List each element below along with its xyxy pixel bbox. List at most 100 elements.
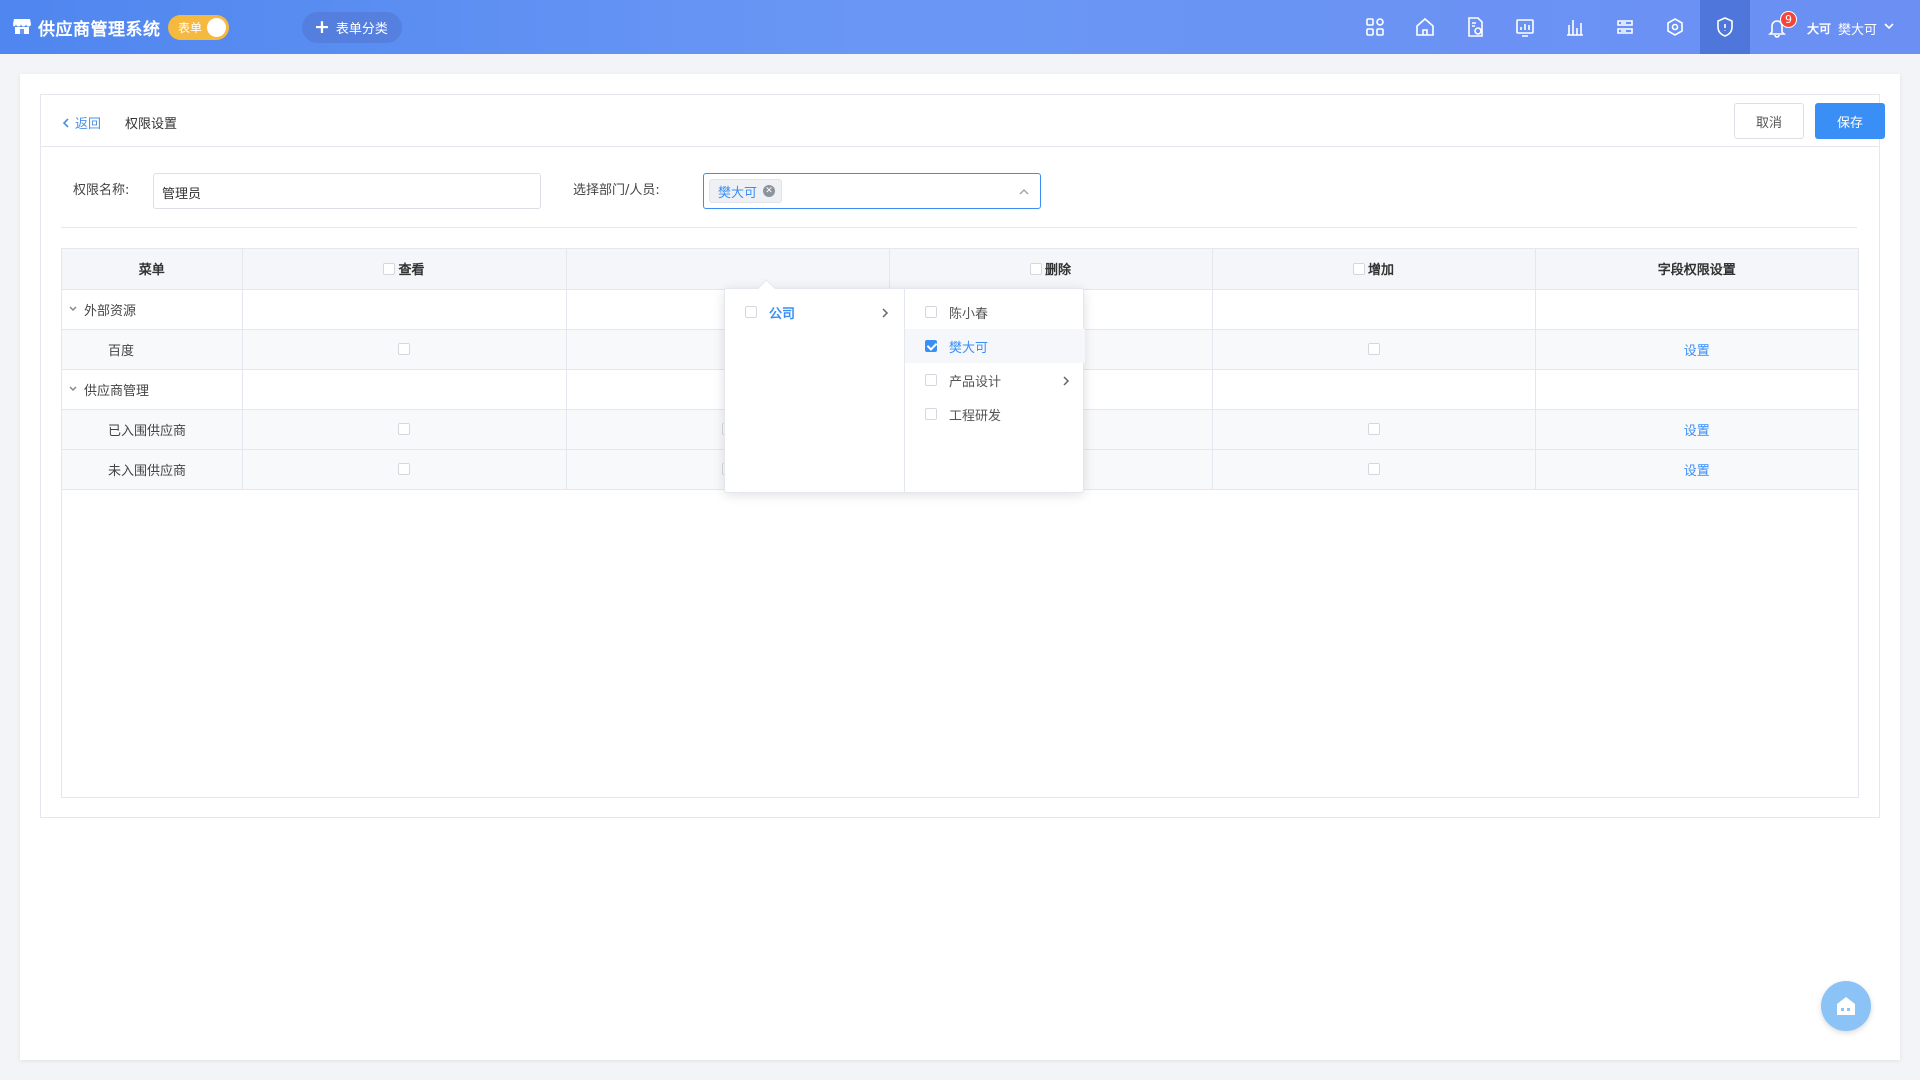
user-menu[interactable]: 大可 樊大可 xyxy=(1806,15,1895,41)
nav-chart[interactable] xyxy=(1550,0,1600,54)
nav-apps[interactable] xyxy=(1350,0,1400,54)
cancel-button[interactable]: 取消 xyxy=(1734,103,1804,139)
cascader-item-person-selected[interactable]: 樊大可 xyxy=(905,329,1085,363)
cascader-item-company[interactable]: 公司 xyxy=(725,295,904,329)
nav-network[interactable] xyxy=(1650,0,1700,54)
selected-tag-label: 樊大可 xyxy=(718,185,758,201)
dept-select-label: 选择部门/人员: xyxy=(573,183,660,198)
dept-checkbox[interactable] xyxy=(925,408,937,420)
store-icon xyxy=(12,16,32,40)
floating-home-button[interactable] xyxy=(1821,981,1871,1031)
add-checkbox[interactable] xyxy=(1367,463,1380,475)
tag-close-icon[interactable]: ✕ xyxy=(763,185,776,197)
chevron-down-icon xyxy=(1883,20,1895,36)
select-all-view-checkbox[interactable] xyxy=(383,263,396,276)
notification-button[interactable]: 9 xyxy=(1752,0,1802,54)
nav-home[interactable] xyxy=(1400,0,1450,54)
person-checkbox[interactable] xyxy=(925,306,937,318)
avatar: 大可 xyxy=(1806,21,1831,36)
panel-header: 返回 权限设置 取消 保存 xyxy=(41,95,1885,147)
stack-icon xyxy=(1617,20,1633,34)
company-checkbox[interactable] xyxy=(745,306,757,318)
nav-icon-bar xyxy=(1350,0,1750,54)
cascader-item-person[interactable]: 陈小春 xyxy=(905,295,1085,329)
col-header-add: 增加 xyxy=(1212,249,1536,290)
dashboard-icon xyxy=(1516,19,1534,37)
item-name: 未入围供应商 xyxy=(108,463,187,479)
group-name: 供应商管理 xyxy=(84,383,150,399)
top-header: 供应商管理系统 表单 + 表单分类 9 大可 樊大可 xyxy=(0,0,1920,54)
field-setting-link[interactable]: 设置 xyxy=(1684,424,1710,439)
col-header-view-label: 查看 xyxy=(398,263,425,279)
save-button[interactable]: 保存 xyxy=(1815,103,1885,139)
apps-icon xyxy=(1366,18,1384,36)
divider xyxy=(61,227,1857,228)
nav-document[interactable] xyxy=(1450,0,1500,54)
user-name: 樊大可 xyxy=(1838,22,1878,38)
cascader-column-org: 公司 xyxy=(725,289,905,492)
field-setting-link[interactable]: 设置 xyxy=(1684,464,1710,479)
view-checkbox[interactable] xyxy=(398,423,410,435)
chevron-down-icon xyxy=(69,386,77,392)
chevron-down-icon xyxy=(69,306,77,312)
col-header-view: 查看 xyxy=(242,249,567,290)
select-all-delete-checkbox[interactable] xyxy=(1029,263,1042,276)
back-label: 返回 xyxy=(75,117,102,132)
back-link[interactable]: 返回 xyxy=(61,113,101,132)
menu-cell[interactable]: 外部资源 xyxy=(62,289,243,330)
cascader-item-dept-engineering[interactable]: 工程研发 xyxy=(905,397,1085,431)
nav-dashboard[interactable] xyxy=(1500,0,1550,54)
view-checkbox[interactable] xyxy=(398,463,410,475)
select-all-add-checkbox[interactable] xyxy=(1352,263,1365,276)
nav-storage[interactable] xyxy=(1600,0,1650,54)
col-header-edit xyxy=(566,249,890,290)
home-icon xyxy=(1416,17,1434,36)
field-setting-link[interactable]: 设置 xyxy=(1684,344,1710,359)
add-category-button[interactable]: + 表单分类 xyxy=(302,12,402,43)
toggle-label: 表单 xyxy=(178,21,203,35)
menu-cell: 未入围供应商 xyxy=(62,449,243,490)
toggle-knob xyxy=(207,18,226,37)
plus-icon: + xyxy=(314,16,330,38)
chevron-up-icon xyxy=(1018,186,1030,202)
dept-cascader-dropdown: 公司 陈小春 樊大可 产品设计 工程研发 xyxy=(724,288,1085,493)
app-logo[interactable]: 供应商管理系统 xyxy=(12,15,161,40)
chevron-right-icon xyxy=(880,307,890,322)
menu-cell: 已入围供应商 xyxy=(62,409,243,450)
table-header-row: 菜单 查看 删除 增加 字段权限设置 xyxy=(62,249,1858,290)
form-mode-toggle[interactable]: 表单 xyxy=(168,15,229,40)
form-row: 权限名称: 管理员 选择部门/人员: 樊大可 ✕ xyxy=(41,167,1879,209)
person-checkbox-checked[interactable] xyxy=(925,340,937,352)
cascader-item-label: 工程研发 xyxy=(949,408,1002,424)
dept-person-select[interactable]: 樊大可 ✕ xyxy=(703,173,1041,209)
menu-cell[interactable]: 供应商管理 xyxy=(62,369,243,410)
home-icon xyxy=(1837,997,1855,1015)
view-checkbox[interactable] xyxy=(398,343,410,355)
add-checkbox[interactable] xyxy=(1367,343,1380,355)
chevron-right-icon xyxy=(1061,375,1071,390)
col-header-delete: 删除 xyxy=(889,249,1213,290)
cascader-item-dept-product[interactable]: 产品设计 xyxy=(905,363,1085,397)
notification-badge: 9 xyxy=(1780,11,1797,28)
cascader-item-label: 公司 xyxy=(769,306,796,322)
item-name: 已入围供应商 xyxy=(108,423,187,439)
selected-tag: 樊大可 ✕ xyxy=(709,179,783,203)
col-header-add-label: 增加 xyxy=(1367,263,1394,279)
nav-permission[interactable] xyxy=(1700,0,1750,54)
document-settings-icon xyxy=(1468,17,1483,37)
dept-checkbox[interactable] xyxy=(925,374,937,386)
page-title: 权限设置 xyxy=(125,117,178,132)
cascader-item-label: 产品设计 xyxy=(949,374,1002,390)
add-checkbox[interactable] xyxy=(1367,423,1380,435)
item-name: 百度 xyxy=(108,343,135,359)
col-header-field-perm: 字段权限设置 xyxy=(1535,249,1858,290)
bar-chart-icon xyxy=(1567,20,1583,36)
permission-name-label: 权限名称: xyxy=(73,183,130,198)
permission-name-input[interactable]: 管理员 xyxy=(153,173,541,209)
cascader-item-label: 陈小春 xyxy=(949,306,989,322)
chevron-left-icon xyxy=(62,117,69,128)
cascader-item-label: 樊大可 xyxy=(949,340,989,356)
col-header-menu: 菜单 xyxy=(62,249,243,290)
col-header-delete-label: 删除 xyxy=(1044,263,1071,279)
cascader-column-members: 陈小春 樊大可 产品设计 工程研发 xyxy=(905,289,1085,492)
